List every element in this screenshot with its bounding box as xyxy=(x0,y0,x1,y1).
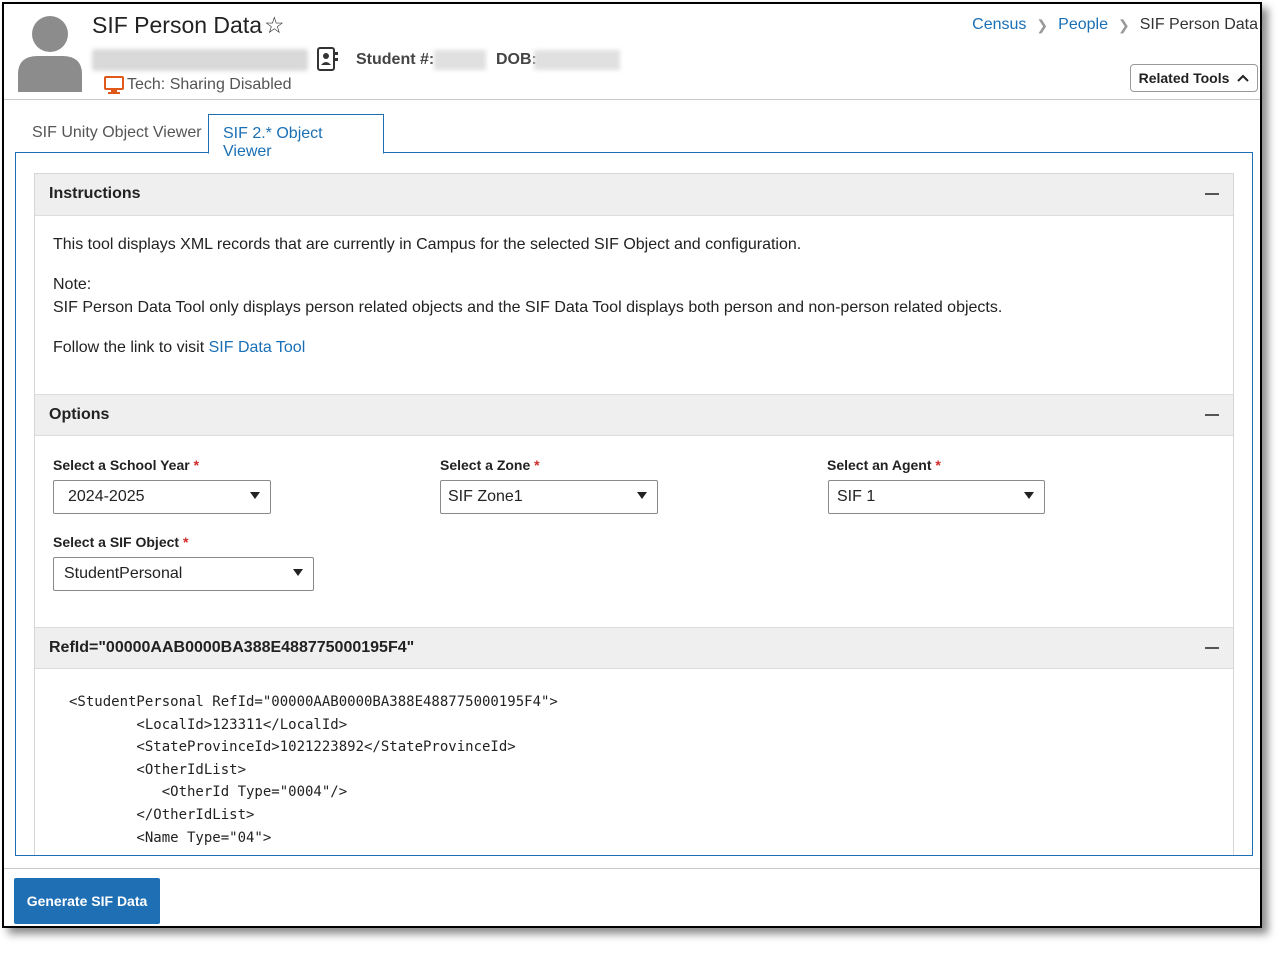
breadcrumb-census[interactable]: Census xyxy=(972,16,1026,34)
agent-label: Select an Agent * xyxy=(827,457,941,473)
chevron-right-icon: ❯ xyxy=(1036,16,1049,33)
collapse-minus-icon[interactable] xyxy=(1205,647,1219,649)
school-year-select[interactable]: 2024-2025 xyxy=(53,480,271,514)
zone-label: Select a Zone * xyxy=(440,457,540,473)
chevron-up-icon xyxy=(1237,74,1250,82)
sif-object-select[interactable]: StudentPersonal xyxy=(53,557,314,591)
note-label: Note: xyxy=(53,276,92,293)
school-year-value: 2024-2025 xyxy=(68,488,145,505)
sif-data-tool-link[interactable]: SIF Data Tool xyxy=(209,339,306,356)
person-header: SIF Person Data ☆ Student #: DOB: Tech: … xyxy=(4,4,1260,100)
zone-select[interactable]: SIF Zone1 xyxy=(440,480,658,514)
tab-content-panel: Instructions This tool displays XML reco… xyxy=(15,152,1253,856)
breadcrumb-people[interactable]: People xyxy=(1058,16,1108,34)
tab-sif-2-object-viewer[interactable]: SIF 2.* Object Viewer xyxy=(208,114,384,160)
person-avatar-icon xyxy=(18,16,82,92)
instructions-section-header[interactable]: Instructions xyxy=(35,174,1233,216)
scrollable-sections: Instructions This tool displays XML reco… xyxy=(34,173,1234,855)
xml-line: <Name Type="04"> xyxy=(69,830,272,846)
footer-divider xyxy=(4,868,1260,869)
dropdown-caret-icon xyxy=(1024,492,1034,499)
student-number-label: Student #: xyxy=(356,51,435,68)
agent-label-text: Select an Agent xyxy=(827,457,932,473)
dropdown-caret-icon xyxy=(293,569,303,576)
required-marker: * xyxy=(193,457,200,473)
record-section-header[interactable]: RefId="00000AAB0000BA388E488775000195F4" xyxy=(35,627,1233,669)
zone-value: SIF Zone1 xyxy=(448,488,523,505)
contact-card-icon[interactable] xyxy=(316,47,338,71)
note-text: SIF Person Data Tool only displays perso… xyxy=(53,299,1003,316)
dob-label: DOB: xyxy=(496,51,537,68)
tab-sif-unity-object-viewer[interactable]: SIF Unity Object Viewer xyxy=(18,114,216,154)
app-window: SIF Person Data ☆ Student #: DOB: Tech: … xyxy=(2,2,1262,928)
school-year-label: Select a School Year * xyxy=(53,457,199,473)
dropdown-caret-icon xyxy=(637,492,647,499)
monitor-icon xyxy=(104,76,124,94)
options-title: Options xyxy=(49,406,110,423)
sif-object-label-text: Select a SIF Object xyxy=(53,534,180,550)
instructions-text: This tool displays XML records that are … xyxy=(53,236,802,253)
related-tools-button[interactable]: Related Tools xyxy=(1130,64,1258,92)
record-refid-title: RefId="00000AAB0000BA388E488775000195F4" xyxy=(49,639,415,656)
instructions-title: Instructions xyxy=(49,185,141,202)
sif-object-value: StudentPersonal xyxy=(64,565,183,582)
school-year-label-text: Select a School Year xyxy=(53,457,190,473)
dropdown-caret-icon xyxy=(250,492,260,499)
options-section-header[interactable]: Options xyxy=(35,394,1233,436)
xml-line: <StateProvinceId>1021223892</StateProvin… xyxy=(69,739,516,755)
sif-object-label: Select a SIF Object * xyxy=(53,534,188,550)
related-tools-label: Related Tools xyxy=(1138,70,1230,86)
agent-value: SIF 1 xyxy=(837,488,876,505)
xml-line: <OtherIdList> xyxy=(69,762,247,778)
chevron-right-icon: ❯ xyxy=(1117,16,1130,33)
required-marker: * xyxy=(182,534,189,550)
xml-line: </OtherIdList> xyxy=(69,807,255,823)
required-marker: * xyxy=(935,457,941,473)
required-marker: * xyxy=(534,457,540,473)
xml-line: <LocalId>123311</LocalId> xyxy=(69,717,348,733)
favorite-star-icon[interactable]: ☆ xyxy=(264,12,285,39)
follow-link-prefix: Follow the link to visit xyxy=(53,339,209,356)
xml-line: <StudentPersonal RefId="00000AAB0000BA38… xyxy=(69,694,558,710)
tech-sharing-status: Tech: Sharing Disabled xyxy=(127,76,292,93)
breadcrumb-current: SIF Person Data xyxy=(1139,16,1258,33)
student-name-redacted xyxy=(92,49,308,71)
xml-line: <OtherId Type="0004"/> xyxy=(69,784,348,800)
follow-link-text: Follow the link to visit SIF Data Tool xyxy=(53,339,305,357)
page-title: SIF Person Data xyxy=(92,12,263,38)
breadcrumb: Census ❯ People ❯ SIF Person Data xyxy=(972,16,1258,34)
generate-sif-data-button[interactable]: Generate SIF Data xyxy=(14,878,160,924)
collapse-minus-icon[interactable] xyxy=(1205,414,1219,416)
agent-select[interactable]: SIF 1 xyxy=(828,480,1045,514)
zone-label-text: Select a Zone xyxy=(440,457,531,473)
dob-redacted xyxy=(534,50,620,70)
student-number-redacted xyxy=(434,50,486,70)
collapse-minus-icon[interactable] xyxy=(1205,193,1219,195)
